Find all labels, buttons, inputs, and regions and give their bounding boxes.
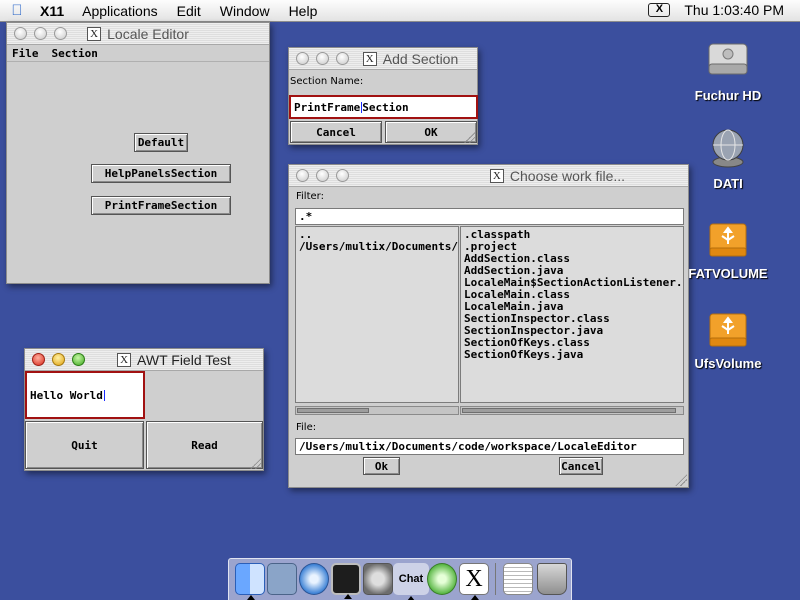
desktop-icon-label: FATVOLUME: [688, 266, 768, 281]
x11-window-icon: X: [87, 26, 102, 41]
filter-input[interactable]: .*: [295, 208, 684, 225]
section-name-input[interactable]: PrintFrame Section: [289, 95, 478, 119]
x11-status-icon[interactable]: X: [648, 3, 671, 17]
ichat-icon[interactable]: Chat: [393, 563, 429, 600]
x11-window-icon: X: [362, 51, 377, 66]
dock: Chat X: [228, 558, 572, 600]
window-title: Locale Editor: [107, 25, 189, 42]
scroll-thumb[interactable]: [462, 408, 676, 413]
menu-edit[interactable]: Edit: [177, 3, 201, 19]
running-indicator: [471, 595, 479, 600]
choose-file-dialog: X Choose work file... Filter: .* .. /Use…: [288, 164, 689, 488]
resize-grip[interactable]: [250, 457, 262, 469]
running-indicator: [247, 595, 255, 600]
usb-drive-icon: [705, 306, 751, 352]
locale-editor-titlebar[interactable]: X Locale Editor: [7, 23, 269, 45]
ok-button[interactable]: Ok: [363, 457, 400, 475]
default-button[interactable]: Default: [134, 133, 188, 152]
text-caret: [103, 389, 105, 401]
close-button[interactable]: [32, 353, 45, 366]
preview-icon[interactable]: [503, 563, 533, 595]
desktop-icon-ufsvolume[interactable]: UfsVolume: [688, 306, 768, 371]
file-list[interactable]: .classpath .project AddSection.class Add…: [460, 226, 684, 403]
apple-menu-icon[interactable]: : [0, 2, 34, 19]
x11-window-icon: X: [489, 168, 504, 183]
x11-window-icon: X: [117, 352, 132, 367]
close-button[interactable]: [14, 27, 27, 40]
section-name-text: PrintFrame: [294, 100, 361, 114]
minimize-button[interactable]: [316, 52, 329, 65]
menu-file[interactable]: File: [12, 47, 39, 60]
quit-button[interactable]: Quit: [25, 421, 144, 469]
menu-section[interactable]: Section: [52, 47, 98, 60]
desktop-icon-fuchur-hd[interactable]: Fuchur HD: [688, 38, 768, 103]
choose-file-titlebar[interactable]: X Choose work file...: [289, 165, 688, 187]
trash-icon[interactable]: [537, 563, 567, 595]
add-section-dialog: X Add Section Section Name: PrintFrame Se…: [288, 47, 478, 145]
mail-icon[interactable]: [267, 563, 297, 595]
menu-window[interactable]: Window: [220, 3, 270, 19]
minimize-button[interactable]: [34, 27, 47, 40]
add-section-titlebar[interactable]: X Add Section: [289, 48, 477, 70]
awt-field-test-window: X AWT Field Test Hello World Quit Read: [24, 348, 264, 471]
scroll-thumb[interactable]: [297, 408, 369, 413]
usb-drive-icon: [705, 216, 751, 262]
window-title: AWT Field Test: [137, 351, 231, 368]
desktop-icon-label: Fuchur HD: [694, 88, 762, 103]
help-panels-section-button[interactable]: HelpPanelsSection: [91, 164, 231, 183]
x11-icon[interactable]: X: [459, 563, 489, 600]
hard-drive-icon: [705, 38, 751, 84]
safari-icon[interactable]: [299, 563, 329, 595]
desktop-icon-label: DATI: [713, 176, 743, 191]
window-title: Add Section: [382, 50, 459, 67]
desktop-icon-dati[interactable]: DATI: [688, 126, 768, 191]
hello-text-field[interactable]: Hello World: [25, 371, 145, 419]
print-frame-section-button[interactable]: PrintFrameSection: [91, 196, 231, 215]
close-button[interactable]: [296, 52, 309, 65]
hello-text: Hello World: [30, 388, 103, 402]
filter-label: Filter:: [296, 191, 324, 202]
close-button[interactable]: [296, 169, 309, 182]
file-path-input[interactable]: /Users/multix/Documents/code/workspace/L…: [295, 438, 684, 455]
menu-applications[interactable]: Applications: [82, 3, 158, 19]
network-globe-icon: [705, 126, 751, 172]
menu-help[interactable]: Help: [289, 3, 318, 19]
zoom-button[interactable]: [72, 353, 85, 366]
file-label: File:: [296, 422, 317, 433]
running-indicator: [407, 596, 415, 600]
zoom-button[interactable]: [54, 27, 67, 40]
dock-divider: [495, 563, 496, 595]
desktop-icon-label: UfsVolume: [694, 356, 762, 371]
cancel-button[interactable]: Cancel: [290, 121, 382, 143]
window-title: Choose work file...: [509, 167, 626, 184]
list-item[interactable]: SectionOfKeys.java: [464, 349, 680, 361]
file-scrollbar[interactable]: [460, 406, 684, 415]
desktop-icon-fatvolume[interactable]: FATVOLUME: [688, 216, 768, 281]
resize-grip[interactable]: [464, 131, 476, 143]
directory-scrollbar[interactable]: [295, 406, 459, 415]
itunes-icon[interactable]: [427, 563, 457, 595]
cancel-button[interactable]: Cancel: [559, 457, 603, 475]
list-item[interactable]: /Users/multix/Documents/code/workspace/L…: [299, 241, 458, 253]
minimize-button[interactable]: [52, 353, 65, 366]
locale-editor-window: X Locale Editor File Section Default Hel…: [6, 22, 270, 284]
terminal-icon[interactable]: [331, 563, 361, 599]
section-name-text-tail: Section: [362, 100, 409, 114]
menubar-clock[interactable]: Thu 1:03:40 PM: [684, 2, 784, 18]
directory-list[interactable]: .. /Users/multix/Documents/code/workspac…: [295, 226, 459, 403]
disk-utility-icon[interactable]: [363, 563, 393, 595]
minimize-button[interactable]: [316, 169, 329, 182]
chat-label: Chat: [398, 573, 424, 585]
section-name-label: Section Name:: [290, 76, 364, 87]
zoom-button[interactable]: [336, 52, 349, 65]
read-button[interactable]: Read: [146, 421, 263, 469]
menu-bar:  X11 Applications Edit Window Help X Th…: [0, 0, 800, 22]
finder-icon[interactable]: [235, 563, 265, 600]
zoom-button[interactable]: [336, 169, 349, 182]
running-indicator: [344, 594, 352, 599]
awt-titlebar[interactable]: X AWT Field Test: [25, 349, 263, 371]
locale-editor-menubar: File Section: [7, 45, 269, 62]
app-menu[interactable]: X11: [40, 3, 64, 19]
resize-grip[interactable]: [675, 474, 687, 486]
